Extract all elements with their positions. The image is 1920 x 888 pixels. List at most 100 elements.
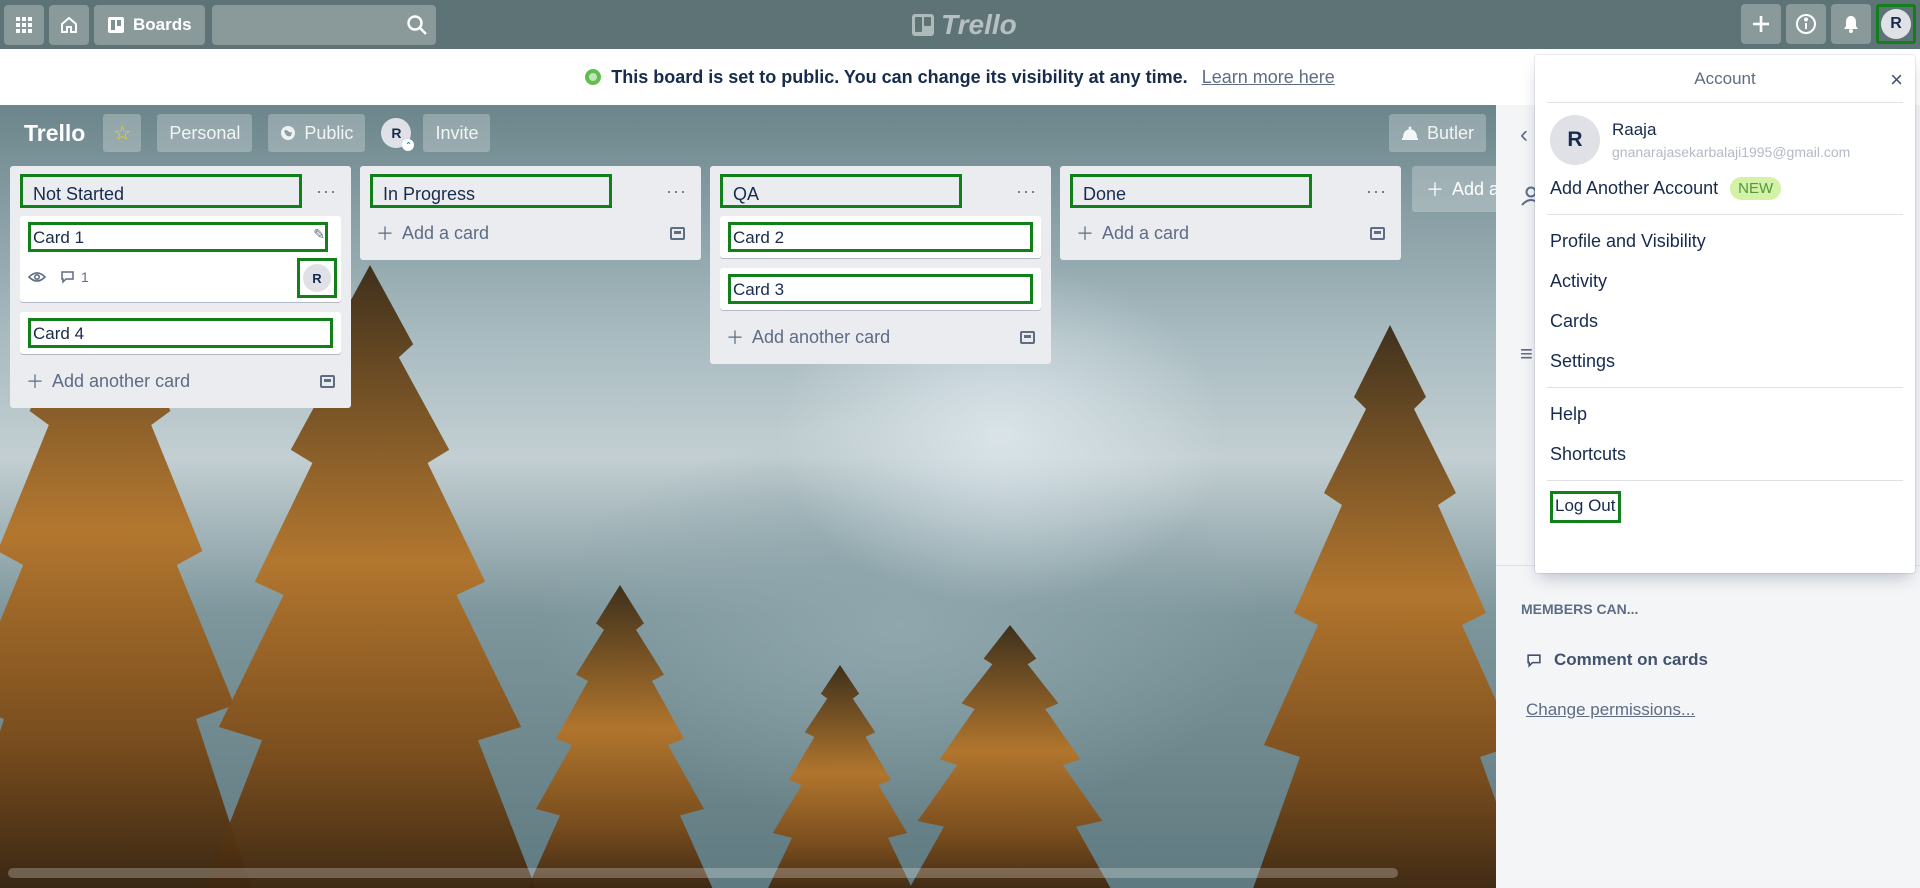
star-board-button[interactable]: ☆ [103, 114, 142, 152]
visibility-label: Public [304, 122, 354, 143]
boards-icon [107, 16, 125, 34]
add-card-button[interactable]: ＋ Add a card [1070, 216, 1391, 250]
list-name[interactable]: Not Started [20, 174, 302, 208]
list-name[interactable]: In Progress [370, 174, 612, 208]
menu-item-profile-visibility[interactable]: Profile and Visibility [1535, 221, 1915, 261]
divider [1547, 480, 1903, 481]
info-icon [1795, 13, 1817, 35]
card[interactable]: Card 3 [720, 268, 1041, 310]
change-permissions-link[interactable]: Change permissions... [1526, 700, 1695, 720]
menu-item-settings[interactable]: Settings [1535, 341, 1915, 381]
plus-icon: ＋ [376, 224, 394, 244]
apps-button[interactable] [4, 4, 44, 45]
learn-more-link[interactable]: Learn more here [1202, 67, 1335, 88]
list-name[interactable]: QA [720, 174, 962, 208]
account-info: R Raaja gnanarajasekarbalaji1995@gmail.c… [1535, 103, 1915, 173]
trello-logo[interactable]: Trello [912, 8, 1017, 42]
add-card-label-group: ＋ Add a card [1076, 220, 1189, 246]
permission-item: Comment on cards [1526, 650, 1708, 670]
board-canvas: Trello ☆ Personal Public R ⌃ Invite Butl… [0, 105, 1496, 888]
log-out-button[interactable]: Log Out [1550, 491, 1621, 523]
plus-icon: ＋ [1076, 224, 1094, 244]
list-menu-button[interactable]: ··· [1366, 181, 1391, 202]
menu-item-cards[interactable]: Cards [1535, 301, 1915, 341]
apps-icon [15, 16, 33, 34]
list-header: QA ··· [720, 174, 1041, 208]
card[interactable]: Card 4 [20, 312, 341, 354]
add-card-label: Add another card [52, 370, 191, 391]
card-title[interactable]: Card 4 [28, 318, 333, 348]
card-title[interactable]: Card 2 [728, 222, 1033, 252]
comment-icon [1526, 653, 1542, 668]
add-account-label: Add Another Account [1550, 178, 1719, 198]
board-member-avatar[interactable]: R ⌃ [381, 118, 415, 151]
card-template-icon[interactable] [1370, 226, 1385, 240]
account-email: gnanarajasekarbalaji1995@gmail.com [1612, 144, 1851, 160]
list-menu-button[interactable]: ··· [666, 181, 691, 202]
visibility-button[interactable]: Public [268, 114, 366, 152]
menu-item-shortcuts[interactable]: Shortcuts [1535, 434, 1915, 474]
avatar: R [303, 264, 331, 292]
add-card-label: Add another card [752, 326, 891, 347]
permission-label: Comment on cards [1554, 650, 1708, 669]
pencil-icon[interactable]: ✎ [313, 226, 325, 243]
add-another-account-item[interactable]: Add Another Account NEW [1535, 173, 1915, 214]
comment-count: 1 [81, 269, 89, 285]
add-list-label: Add a [1452, 178, 1496, 199]
add-card-label: Add a card [1102, 222, 1190, 243]
background-tree [760, 665, 920, 888]
invite-button[interactable]: Invite [423, 114, 491, 152]
comment-icon [60, 270, 75, 284]
card-template-icon[interactable] [320, 374, 335, 388]
add-card-label-group: ＋ Add a card [376, 220, 489, 246]
bell-icon [1841, 14, 1861, 34]
card-template-icon[interactable] [670, 226, 685, 240]
menu-item-activity[interactable]: Activity [1535, 261, 1915, 301]
info-button[interactable] [1786, 4, 1826, 44]
horizontal-scrollbar[interactable] [8, 868, 1398, 878]
boards-button[interactable]: Boards [94, 4, 205, 45]
list-not-started: Not Started ··· Card 1 ✎ 1 R Card 4 ＋ Ad… [10, 166, 351, 408]
trello-logo-icon [912, 14, 934, 36]
globe-icon [585, 69, 602, 85]
add-card-button[interactable]: ＋ Add a card [370, 216, 691, 250]
account-avatar-button[interactable]: R [1876, 4, 1916, 44]
home-button[interactable] [49, 4, 89, 45]
account-menu: Account × R Raaja gnanarajasekarbalaji19… [1535, 55, 1915, 573]
logo-text: Trello [941, 9, 1017, 40]
account-menu-group-main: Profile and Visibility Activity Cards Se… [1535, 215, 1915, 387]
add-card-label: Add a card [402, 222, 490, 243]
notifications-button[interactable] [1831, 4, 1871, 44]
plus-icon: ＋ [26, 372, 44, 392]
close-icon[interactable]: × [1890, 67, 1903, 93]
search-input[interactable] [211, 4, 436, 45]
home-icon [59, 15, 79, 35]
list-name[interactable]: Done [1070, 174, 1312, 208]
team-button[interactable]: Personal [157, 114, 253, 152]
board-title[interactable]: Trello [24, 120, 85, 147]
card-template-icon[interactable] [1020, 330, 1035, 344]
eye-icon [28, 271, 46, 283]
add-card-label-group: ＋ Add another card [26, 368, 190, 394]
card[interactable]: Card 1 ✎ 1 R [20, 216, 341, 302]
list-menu-button[interactable]: ··· [316, 181, 341, 202]
list-in-progress: In Progress ··· ＋ Add a card [360, 166, 701, 260]
plus-icon: ＋ [1426, 180, 1444, 200]
card-member-avatar[interactable]: R [297, 258, 337, 298]
card-title[interactable]: Card 1 [28, 222, 328, 252]
create-button[interactable] [1741, 4, 1781, 44]
butler-button[interactable]: Butler [1388, 114, 1486, 152]
add-card-button[interactable]: ＋ Add another card [20, 364, 341, 398]
card-title[interactable]: Card 3 [728, 274, 1033, 304]
card[interactable]: Card 2 [720, 216, 1041, 258]
back-chevron-icon[interactable]: ‹ [1520, 121, 1528, 149]
add-list-button[interactable]: ＋ Add a [1412, 166, 1496, 212]
menu-item-help[interactable]: Help [1535, 394, 1915, 434]
admin-chevron-icon: ⌃ [402, 139, 415, 151]
list-header: Not Started ··· [20, 174, 341, 208]
add-card-button[interactable]: ＋ Add another card [720, 320, 1041, 354]
header-actions: R [1741, 4, 1916, 44]
list-menu-button[interactable]: ··· [1016, 181, 1041, 202]
board-header: Trello ☆ Personal Public R ⌃ Invite Butl… [0, 105, 1496, 161]
search-icon[interactable] [406, 14, 428, 36]
